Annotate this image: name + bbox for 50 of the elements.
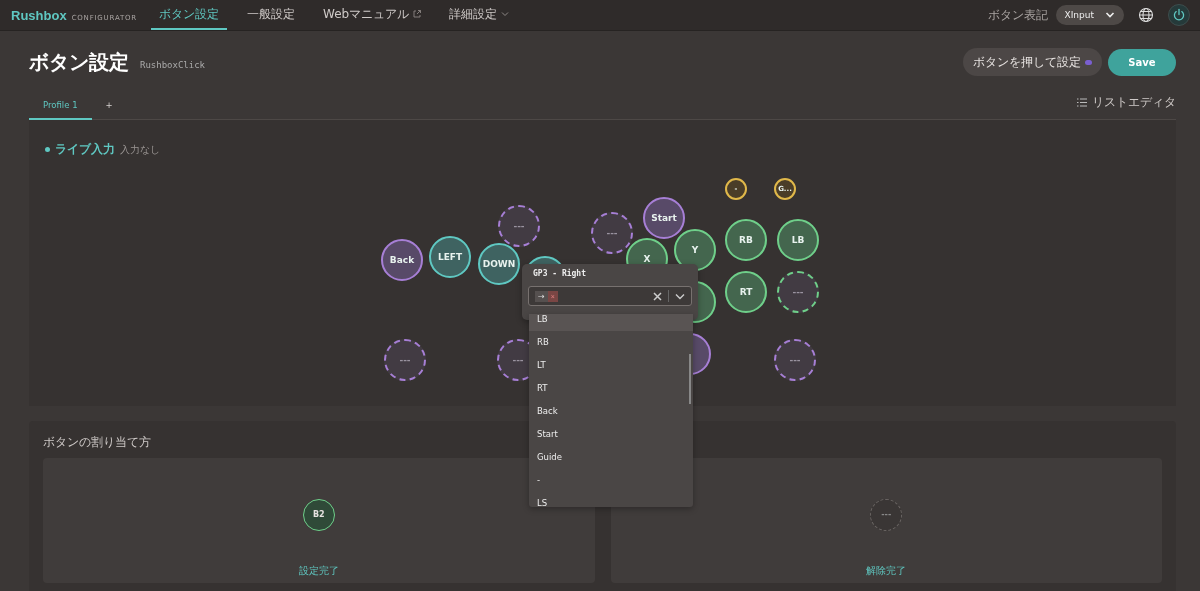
device-name: RushboxClick [140, 60, 206, 70]
option-item[interactable]: LB [529, 314, 693, 331]
gamepad-button[interactable]: Start [643, 197, 685, 239]
gamepad-button[interactable]: LEFT [429, 236, 471, 278]
live-input-status: 入力なし [120, 142, 160, 157]
logo-text: Rushbox [11, 7, 67, 23]
chevron-down-icon[interactable] [675, 292, 685, 300]
chevron-down-icon [501, 11, 510, 17]
option-item[interactable]: - [529, 469, 693, 492]
notation-select[interactable]: XInput [1055, 5, 1124, 25]
option-item[interactable]: Start [529, 423, 693, 446]
nav-tab[interactable]: Webマニュアル [315, 0, 430, 30]
list-icon [1077, 98, 1087, 107]
press-indicator-icon [1085, 59, 1092, 65]
gamepad-button[interactable]: RT [725, 271, 767, 313]
demo-caption: 解除完了 [866, 564, 907, 578]
popup-title: GP3 - Right [532, 267, 587, 280]
clear-icon[interactable] [653, 291, 662, 301]
gamepad-button[interactable]: Back [381, 239, 423, 281]
gamepad-button[interactable]: LB [777, 219, 819, 261]
nav-tab[interactable]: ボタン設定 [151, 0, 227, 30]
power-icon [1172, 8, 1186, 22]
external-link-icon [413, 10, 422, 18]
gamepad-button[interactable]: RB [725, 219, 767, 261]
demo-caption: 設定完了 [298, 564, 339, 578]
option-item[interactable]: Back [529, 400, 693, 423]
nav-tab[interactable]: 一般設定 [239, 0, 303, 30]
mapping-chip: → [535, 290, 548, 302]
nav-tab[interactable]: 詳細設定 [441, 0, 518, 30]
section-title: ボタンの割り当て方 [43, 435, 152, 450]
empty-button-slot[interactable]: --- [591, 212, 633, 254]
option-item[interactable]: LS [529, 492, 693, 507]
power-button[interactable] [1168, 4, 1190, 26]
notation-label: ボタン表記 [987, 7, 1048, 23]
empty-button-slot[interactable]: --- [498, 205, 540, 247]
globe-icon[interactable] [1138, 7, 1154, 23]
empty-button-slot[interactable]: --- [777, 271, 819, 313]
empty-button-slot[interactable]: --- [384, 339, 426, 381]
live-dot-icon [45, 147, 50, 152]
gamepad-button[interactable]: Y [674, 229, 716, 271]
chevron-down-icon [1105, 11, 1115, 19]
page-title: ボタン設定 [29, 48, 129, 76]
live-input-label: ライブ入力 [55, 142, 115, 157]
profile-tab[interactable]: + [91, 100, 127, 120]
option-item[interactable]: Guide [529, 446, 693, 469]
empty-button-slot[interactable]: --- [774, 339, 816, 381]
gamepad-button[interactable]: DOWN [478, 243, 520, 285]
scrollbar[interactable] [689, 354, 691, 404]
list-editor-link[interactable]: リストエディタ [1077, 95, 1176, 119]
press-to-set-button[interactable]: ボタンを押して設定 [963, 48, 1102, 76]
